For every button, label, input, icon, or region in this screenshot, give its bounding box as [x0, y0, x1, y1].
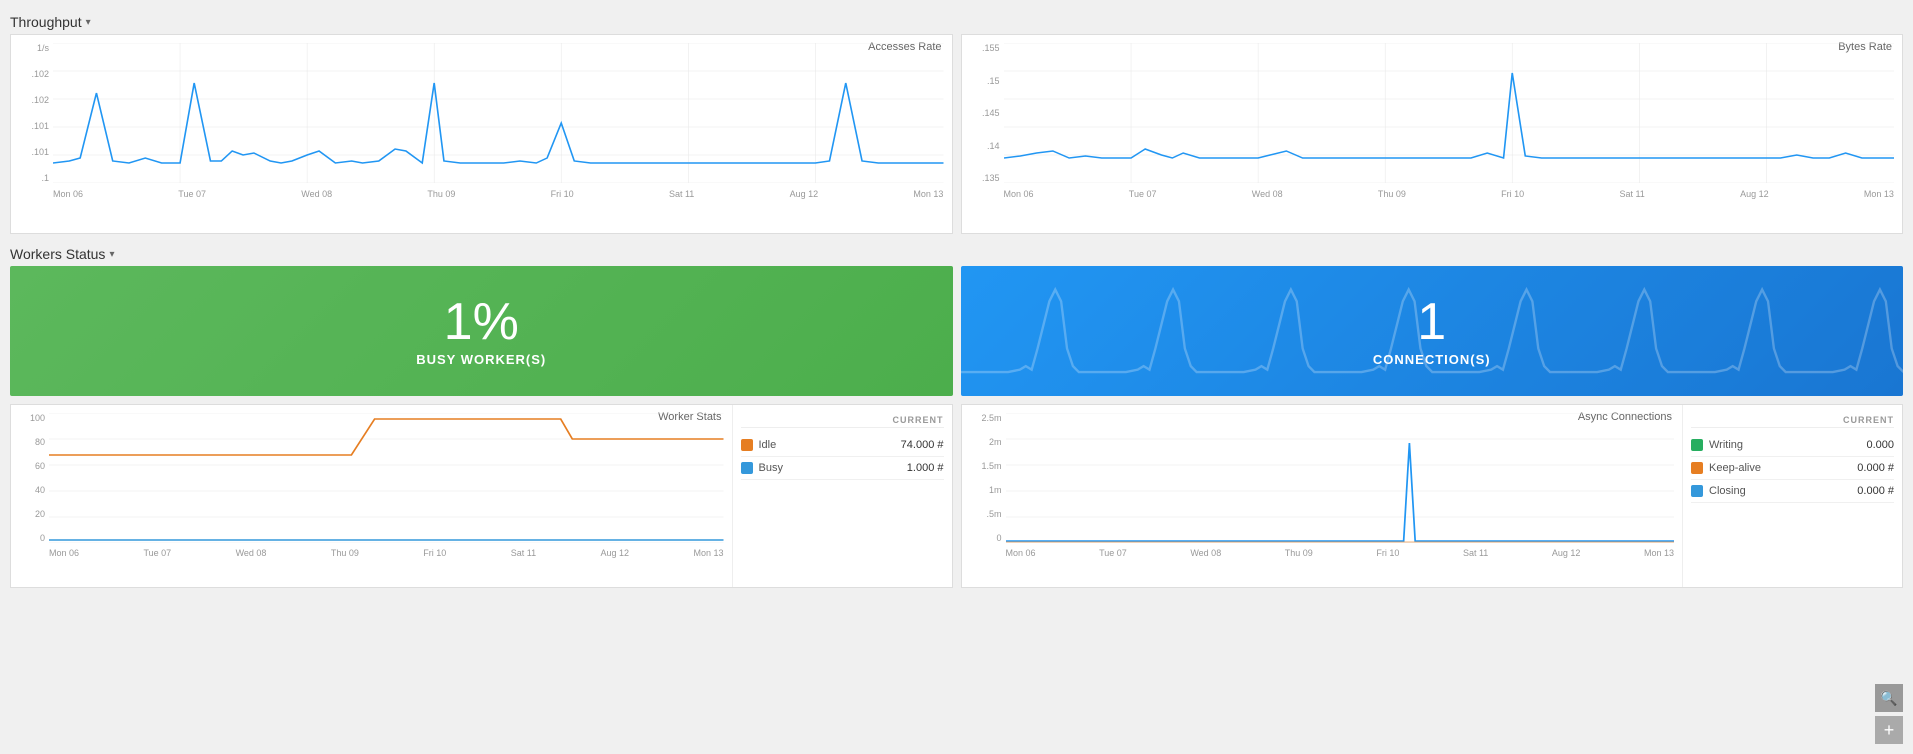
busy-workers-label: BUSY WORKER(S): [416, 352, 546, 367]
writing-row: Writing 0.000: [1691, 434, 1894, 457]
bytes-y-axis: .155 .15 .145 .14 .135: [970, 43, 1002, 183]
bytes-rate-panel: Bytes Rate .155 .15 .145 .14 .135: [961, 34, 1904, 234]
writing-label: Writing: [1709, 439, 1743, 451]
async-y-axis: 2.5m 2m 1.5m 1m .5m 0: [970, 413, 1004, 543]
stat-panels-row: 1% BUSY WORKER(S) 1 CONNECTION(S): [10, 266, 1903, 396]
keepalive-label: Keep-alive: [1709, 462, 1761, 474]
workers-status-title: Workers Status: [10, 246, 105, 262]
worker-stats-header: CURRENT: [741, 413, 944, 428]
closing-label: Closing: [1709, 485, 1746, 497]
busy-workers-number: 1%: [444, 296, 519, 348]
workers-status-chevron: ▾: [109, 249, 114, 260]
keepalive-row: Keep-alive 0.000 #: [1691, 457, 1894, 480]
connections-label: CONNECTION(S): [1373, 352, 1491, 367]
accesses-rate-panel: Accesses Rate 1/s .102 .102 .101 .101 .1: [10, 34, 953, 234]
async-x-axis: Mon 06 Tue 07 Wed 08 Thu 09 Fri 10 Sat 1…: [1006, 548, 1675, 558]
async-chart: Mon 06 Tue 07 Wed 08 Thu 09 Fri 10 Sat 1…: [1006, 413, 1675, 563]
worker-stats-table: CURRENT Idle 74.000 # Busy: [732, 405, 952, 587]
accesses-chart-container: 1/s .102 .102 .101 .101 .1: [19, 43, 944, 203]
connections-number: 1: [1417, 296, 1446, 348]
throughput-chevron: ▾: [86, 17, 91, 28]
writing-color-box: [1691, 439, 1703, 451]
add-button[interactable]: +: [1875, 716, 1903, 744]
bytes-x-axis: Mon 06 Tue 07 Wed 08 Thu 09 Fri 10 Sat 1…: [1004, 189, 1895, 199]
idle-label: Idle: [759, 439, 777, 451]
workers-status-section: Workers Status ▾ 1% BUSY WORKER(S) 1 CON…: [10, 242, 1903, 588]
idle-value: 74.000 #: [901, 439, 944, 451]
connections-panel: 1 CONNECTION(S): [961, 266, 1904, 396]
throughput-section: Throughput ▾ Accesses Rate 1/s .102 .102…: [10, 10, 1903, 234]
idle-color-box: [741, 439, 753, 451]
busy-row: Busy 1.000 #: [741, 457, 944, 480]
keepalive-value: 0.000 #: [1857, 462, 1894, 474]
worker-stats-y-axis: 100 80 60 40 20 0: [19, 413, 47, 543]
bytes-chart-container: .155 .15 .145 .14 .135: [970, 43, 1895, 203]
accesses-y-axis: 1/s .102 .102 .101 .101 .1: [19, 43, 51, 183]
busy-workers-panel: 1% BUSY WORKER(S): [10, 266, 953, 396]
throughput-header[interactable]: Throughput ▾: [10, 10, 1903, 34]
worker-stats-x-axis: Mon 06 Tue 07 Wed 08 Thu 09 Fri 10 Sat 1…: [49, 548, 724, 558]
idle-row: Idle 74.000 #: [741, 434, 944, 457]
async-chart-area: Async Connections 2.5m 2m 1.5m 1m .5m 0: [962, 405, 1683, 587]
closing-value: 0.000 #: [1857, 485, 1894, 497]
async-connections-panel: Async Connections 2.5m 2m 1.5m 1m .5m 0: [961, 404, 1904, 588]
busy-label: Busy: [759, 462, 783, 474]
closing-row: Closing 0.000 #: [1691, 480, 1894, 503]
throughput-title: Throughput: [10, 14, 82, 30]
accesses-chart-area: [53, 43, 944, 203]
busy-color-box: [741, 462, 753, 474]
busy-value: 1.000 #: [907, 462, 944, 474]
writing-value: 0.000: [1866, 439, 1894, 451]
closing-color-box: [1691, 485, 1703, 497]
worker-stats-chart-area: Worker Stats 100 80 60 40 20 0: [11, 405, 732, 587]
bytes-chart-area: [1004, 43, 1895, 203]
tool-buttons: 🔍 +: [1875, 684, 1903, 744]
async-stats-table: CURRENT Writing 0.000 Keep-alive: [1682, 405, 1902, 587]
search-button[interactable]: 🔍: [1875, 684, 1903, 712]
accesses-x-axis: Mon 06 Tue 07 Wed 08 Thu 09 Fri 10 Sat 1…: [53, 189, 944, 199]
dashboard: Throughput ▾ Accesses Rate 1/s .102 .102…: [0, 0, 1913, 598]
keepalive-color-box: [1691, 462, 1703, 474]
worker-stats-chart: Mon 06 Tue 07 Wed 08 Thu 09 Fri 10 Sat 1…: [49, 413, 724, 563]
workers-status-header[interactable]: Workers Status ▾: [10, 242, 1903, 266]
bottom-charts-row: Worker Stats 100 80 60 40 20 0: [10, 404, 1903, 588]
async-stats-header: CURRENT: [1691, 413, 1894, 428]
worker-stats-panel: Worker Stats 100 80 60 40 20 0: [10, 404, 953, 588]
throughput-charts-row: Accesses Rate 1/s .102 .102 .101 .101 .1: [10, 34, 1903, 234]
